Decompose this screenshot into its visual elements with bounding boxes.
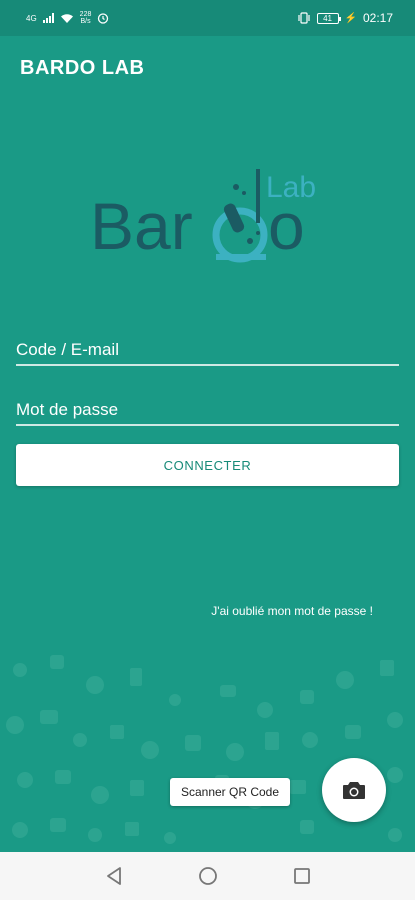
- forgot-password-link[interactable]: J'ai oublié mon mot de passe !: [211, 604, 373, 618]
- home-icon: [198, 867, 217, 885]
- speed-value: 228: [79, 11, 92, 18]
- password-field[interactable]: [16, 400, 399, 420]
- status-right: 41 ⚡ 02:17: [297, 11, 393, 25]
- system-navigation-bar: [0, 852, 415, 900]
- app-bar: BARDO LAB: [0, 36, 415, 100]
- home-button[interactable]: [196, 864, 220, 888]
- alarm-icon: [98, 13, 109, 24]
- charging-icon: ⚡: [344, 12, 357, 24]
- signal-icon: [42, 13, 54, 23]
- back-icon: [106, 867, 121, 885]
- connect-button[interactable]: CONNECTER: [16, 444, 399, 486]
- camera-icon: [343, 782, 365, 799]
- wifi-icon: [60, 13, 73, 23]
- speed-unit: B/s: [80, 18, 91, 25]
- clock: 02:17: [362, 11, 393, 25]
- vibrate-icon: [297, 12, 310, 24]
- status-left: 4G 228 B/s: [26, 11, 109, 25]
- code-email-field-wrapper: [16, 340, 399, 366]
- logo-lab: Lab: [266, 171, 316, 204]
- logo-word-left: Bar: [90, 189, 193, 263]
- status-bar: 4G 228 B/s 41 ⚡ 02:17: [0, 0, 415, 36]
- recents-icon: [293, 868, 310, 884]
- bardo-lab-logo: Bar o Lab: [90, 169, 316, 263]
- scanner-qr-code-button[interactable]: Scanner QR Code: [170, 778, 290, 806]
- password-field-wrapper: [16, 400, 399, 426]
- network-type: 4G: [26, 13, 37, 23]
- microscope-icon: [212, 169, 268, 263]
- back-button[interactable]: [102, 864, 126, 888]
- network-speed: 228 B/s: [80, 11, 92, 25]
- app-title: BARDO LAB: [20, 56, 145, 79]
- battery-icon: 41: [316, 12, 341, 24]
- recents-button[interactable]: [290, 864, 314, 888]
- camera-fab-button[interactable]: [322, 758, 386, 822]
- code-email-field[interactable]: [16, 340, 399, 360]
